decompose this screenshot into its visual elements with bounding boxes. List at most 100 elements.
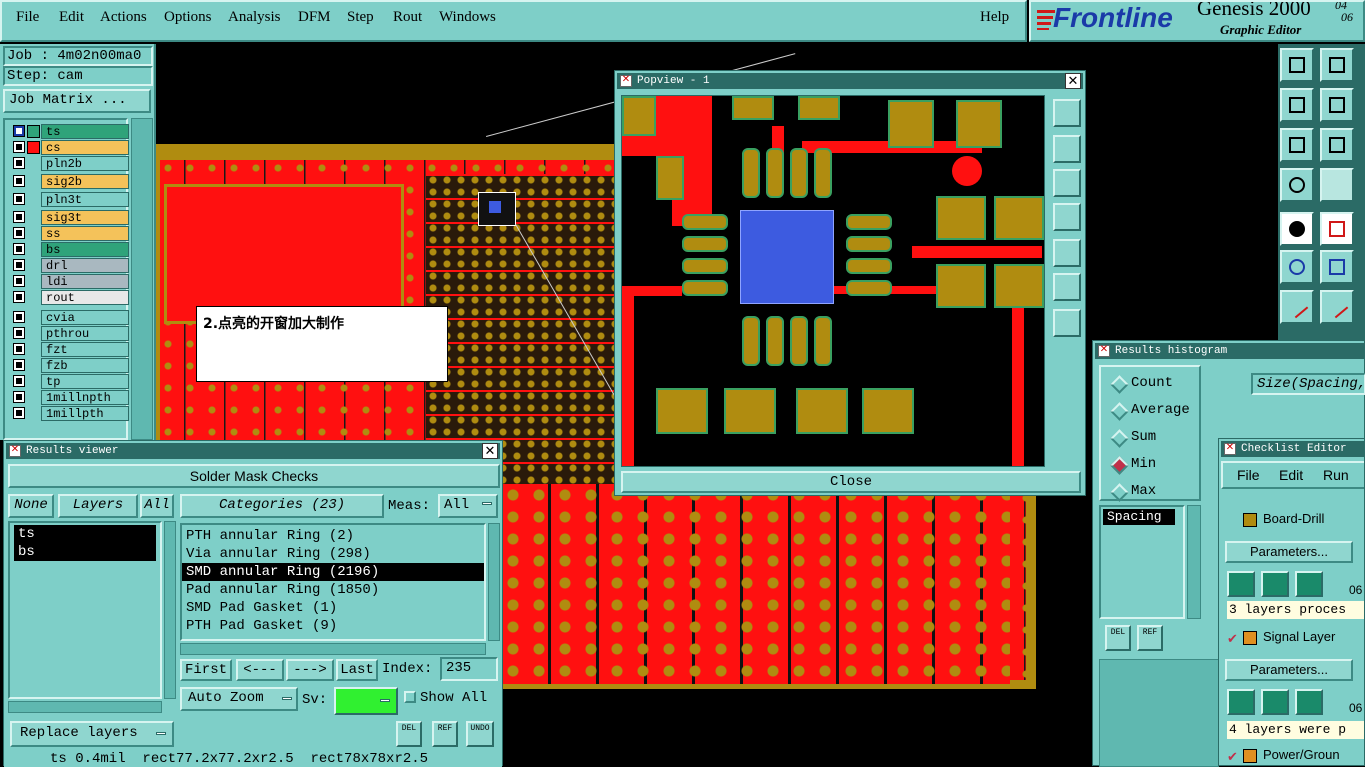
layer-checkbox[interactable] xyxy=(13,343,25,355)
layer-row-fzt[interactable]: fzt xyxy=(11,342,129,357)
layer-row-fzb[interactable]: fzb xyxy=(11,358,129,373)
histogram-ref-button[interactable]: REF xyxy=(1137,625,1163,651)
layer-row-pln2b[interactable]: pln2b xyxy=(11,156,129,171)
layer-checkbox[interactable] xyxy=(13,125,25,137)
run-icon[interactable] xyxy=(1295,689,1323,715)
popview-close-button[interactable]: Close xyxy=(621,471,1081,493)
category-hscroll[interactable] xyxy=(180,643,486,655)
replace-layers-select[interactable]: Replace layers xyxy=(10,721,174,747)
last-button[interactable]: Last xyxy=(336,659,378,681)
layer-result-item[interactable]: bs xyxy=(14,543,156,561)
layer-name[interactable]: fzb xyxy=(41,358,129,373)
category-scrollbar[interactable] xyxy=(488,523,500,641)
run-icon[interactable] xyxy=(1227,571,1255,597)
run-icon[interactable] xyxy=(1295,571,1323,597)
arc-icon[interactable] xyxy=(1320,290,1354,324)
layer-checkbox[interactable] xyxy=(13,327,25,339)
category-item[interactable]: SMD Pad Gasket (1) xyxy=(182,599,484,617)
results-viewer-close-icon[interactable]: ✕ xyxy=(482,443,498,459)
layer-checkbox[interactable] xyxy=(13,291,25,303)
layer-name[interactable]: 1millpth xyxy=(41,406,129,421)
menu-rout[interactable]: Rout xyxy=(393,8,422,26)
meas-select[interactable]: All xyxy=(438,494,498,518)
pan-right-icon[interactable] xyxy=(1320,88,1354,122)
layer-results-hscroll[interactable] xyxy=(8,701,162,713)
layer-name[interactable]: pln3t xyxy=(41,192,129,207)
layer-checkbox[interactable] xyxy=(13,157,25,169)
layer-checkbox[interactable] xyxy=(13,359,25,371)
layer-name[interactable]: cvia xyxy=(41,310,129,325)
layer-name[interactable]: rout xyxy=(41,290,129,305)
layer-row-bs[interactable]: bs xyxy=(11,242,129,257)
layer-row-pthrou[interactable]: pthrou xyxy=(11,326,129,341)
zoom-fit-icon[interactable] xyxy=(1280,128,1314,162)
parameters-button[interactable]: Parameters... xyxy=(1225,659,1353,681)
layer-row-cvia[interactable]: cvia xyxy=(11,310,129,325)
category-item[interactable]: Via annular Ring (298) xyxy=(182,545,484,563)
zoom-fit-icon[interactable] xyxy=(1053,273,1081,301)
option-max[interactable]: Max xyxy=(1109,483,1156,499)
layer-row-1millnpth[interactable]: 1millnpth xyxy=(11,390,129,405)
layer-checkbox[interactable] xyxy=(13,227,25,239)
layer-scrollbar[interactable] xyxy=(131,118,153,440)
layer-row-sig3t[interactable]: sig3t xyxy=(11,210,129,225)
layer-checkbox[interactable] xyxy=(13,275,25,287)
ref-button[interactable]: REF xyxy=(432,721,458,747)
window-menu-icon[interactable]: ✕ xyxy=(9,445,21,457)
layer-name[interactable]: drl xyxy=(41,258,129,273)
histogram-list[interactable]: Spacing xyxy=(1099,505,1185,619)
layer-name[interactable]: sig2b xyxy=(41,174,129,189)
menu-actions[interactable]: Actions xyxy=(100,8,147,26)
category-item[interactable]: PTH annular Ring (2) xyxy=(182,527,484,545)
layer-results-list[interactable]: ts bs xyxy=(8,521,162,699)
prev-button[interactable]: <--- xyxy=(236,659,284,681)
histogram-scrollbar[interactable] xyxy=(1187,505,1201,619)
pan-up-icon[interactable] xyxy=(1280,48,1314,82)
sv-color-select[interactable] xyxy=(334,687,398,715)
layer-row-drl[interactable]: drl xyxy=(11,258,129,273)
layer-name[interactable]: pln2b xyxy=(41,156,129,171)
menu-edit[interactable]: Edit xyxy=(59,8,84,26)
checklist-menu-run[interactable]: Run xyxy=(1323,467,1349,483)
popview-close-icon[interactable]: ✕ xyxy=(1065,73,1081,89)
layer-name[interactable]: ldi xyxy=(41,274,129,289)
layer-checkbox[interactable] xyxy=(13,175,25,187)
layer-name[interactable]: pthrou xyxy=(41,326,129,341)
layer-row-cs[interactable]: cs xyxy=(11,140,129,155)
layer-name[interactable]: 1millnpth xyxy=(41,390,129,405)
option-min[interactable]: Min xyxy=(1109,456,1156,472)
histogram-del-button[interactable]: DEL xyxy=(1105,625,1131,651)
window-menu-icon[interactable]: ✕ xyxy=(620,75,632,87)
pan-down-icon[interactable] xyxy=(1053,169,1081,197)
layer-checkbox[interactable] xyxy=(13,193,25,205)
show-all-checkbox[interactable] xyxy=(404,691,416,703)
categories-button[interactable]: Categories (23) xyxy=(180,494,384,518)
menu-step[interactable]: Step xyxy=(347,8,374,26)
category-item[interactable]: PTH Pad Gasket (9) xyxy=(182,617,484,635)
layer-name[interactable]: ts xyxy=(41,124,129,139)
next-button[interactable]: ---> xyxy=(286,659,334,681)
popview-canvas[interactable] xyxy=(621,95,1045,467)
layer-row-ss[interactable]: ss xyxy=(11,226,129,241)
none-button[interactable]: None xyxy=(8,494,54,518)
layer-row-ldi[interactable]: ldi xyxy=(11,274,129,289)
option-sum[interactable]: Sum xyxy=(1109,429,1156,445)
checklist-menu-file[interactable]: File xyxy=(1237,467,1260,483)
pan-up-icon[interactable] xyxy=(1053,135,1081,163)
pan-down-icon[interactable] xyxy=(1320,48,1354,82)
window-menu-icon[interactable]: ✕ xyxy=(1098,345,1110,357)
layer-results-scrollbar[interactable] xyxy=(164,521,176,699)
measure-icon[interactable] xyxy=(1280,168,1314,202)
all-button[interactable]: All xyxy=(140,494,174,518)
layer-row-pln3t[interactable]: pln3t xyxy=(11,192,129,207)
first-button[interactable]: First xyxy=(180,659,232,681)
layer-row-sig2b[interactable]: sig2b xyxy=(11,174,129,189)
pan-left-icon[interactable] xyxy=(1053,203,1081,231)
checklist-item-board-drill[interactable]: Board-Drill xyxy=(1227,511,1364,531)
category-item[interactable]: Pad annular Ring (1850) xyxy=(182,581,484,599)
window-menu-icon[interactable]: ✕ xyxy=(1224,443,1236,455)
layer-checkbox[interactable] xyxy=(13,407,25,419)
pan-left-icon[interactable] xyxy=(1280,88,1314,122)
job-matrix-button[interactable]: Job Matrix ... xyxy=(3,89,151,113)
layer-checkbox[interactable] xyxy=(13,243,25,255)
